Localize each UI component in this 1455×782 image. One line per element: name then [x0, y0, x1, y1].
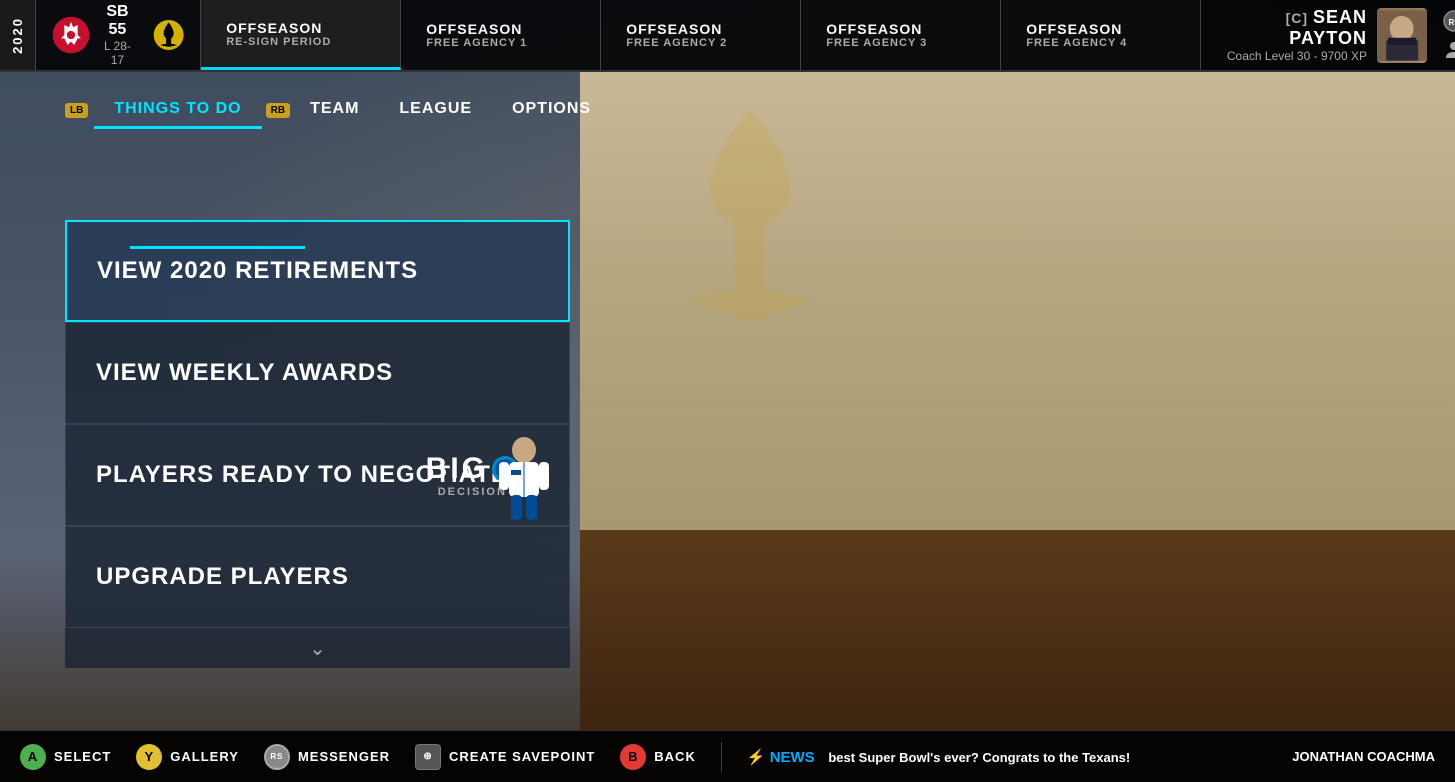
- btn-savepoint[interactable]: ⊕ CREATE SAVEPOINT: [415, 744, 595, 770]
- tab-league[interactable]: LEAGUE: [379, 92, 492, 129]
- year-badge: 2020: [0, 0, 36, 70]
- saints-logo-header: [152, 15, 185, 55]
- menu-item-retirements-text: VIEW 2020 RETIREMENTS: [97, 257, 418, 285]
- menu-item-awards[interactable]: VIEW WEEKLY AWARDS: [65, 322, 570, 424]
- big-text: BIG: [426, 452, 488, 486]
- phase-sub-0: RE-SIGN PERIOD: [226, 36, 331, 48]
- coach-avatar: [1377, 8, 1427, 63]
- year-text: 2020: [10, 17, 25, 54]
- person-icon: [1442, 38, 1455, 62]
- news-ticker: ⚡ NEWS best Super Bowl's ever? Congrats …: [747, 748, 1267, 766]
- team-score: SB 55 L 28-17: [99, 3, 136, 67]
- chevron-down-icon: ⌄: [309, 636, 326, 661]
- lb-badge: LB: [65, 103, 88, 118]
- reporter-name: JONATHAN COACHMA: [1292, 749, 1435, 764]
- coach-prefix: [C]: [1286, 10, 1313, 26]
- phase-label-3: OFFSEASON: [826, 21, 927, 37]
- nav-tab-underline: [130, 246, 305, 249]
- news-brand: ⚡ NEWS: [747, 749, 815, 766]
- messenger-label: MESSENGER: [298, 749, 390, 764]
- ticker-text: best Super Bowl's ever? Congrats to the …: [828, 750, 1130, 765]
- menu-item-awards-text: VIEW WEEKLY AWARDS: [96, 359, 393, 387]
- phase-fa3[interactable]: OFFSEASON FREE AGENCY 3: [801, 0, 1001, 70]
- gallery-label: GALLERY: [170, 749, 239, 764]
- select-label: SELECT: [54, 749, 111, 764]
- team1-section: SB 55 L 28-17: [36, 0, 201, 70]
- texans-logo: [51, 11, 91, 59]
- nav-tabs: LB THINGS TO DO RB TEAM LEAGUE OPTIONS: [65, 72, 611, 129]
- menu-item-upgrade-text: UPGRADE PLAYERS: [96, 563, 349, 591]
- coach-name-header: [C] SEAN PAYTON: [1216, 7, 1367, 49]
- rb-badge: RB: [266, 103, 290, 118]
- things-to-do-tab-wrapper[interactable]: LB THINGS TO DO RB: [65, 92, 290, 129]
- rs-icon: RS: [1442, 9, 1455, 33]
- tab-options[interactable]: OPTIONS: [492, 92, 611, 129]
- phase-sub-4: FREE AGENCY 4: [1026, 37, 1127, 49]
- coach-section: [C] SEAN PAYTON Coach Level 30 - 9700 XP…: [1201, 0, 1455, 70]
- svg-text:RS: RS: [1449, 18, 1455, 27]
- b-button-icon: B: [620, 744, 646, 770]
- bottom-bar: A SELECT Y GALLERY RS MESSENGER ⊕ CREATE…: [0, 730, 1455, 782]
- back-label: BACK: [654, 749, 696, 764]
- menu-item-upgrade[interactable]: UPGRADE PLAYERS: [65, 526, 570, 628]
- team-record: L 28-17: [99, 39, 136, 67]
- phase-sub-2: FREE AGENCY 2: [626, 37, 727, 49]
- btn-gallery[interactable]: Y GALLERY: [136, 744, 239, 770]
- bottom-divider: [721, 742, 722, 772]
- team-sb: SB 55: [99, 3, 136, 39]
- office-desk: [580, 530, 1455, 730]
- player-silhouette: [489, 435, 559, 525]
- menu-container: VIEW 2020 RETIREMENTS VIEW WEEKLY AWARDS…: [65, 220, 570, 668]
- rs-button-icon: RS: [264, 744, 290, 770]
- phase-fa1[interactable]: OFFSEASON FREE AGENCY 1: [401, 0, 601, 70]
- phase-sub-1: FREE AGENCY 1: [426, 37, 527, 49]
- player-figure: [489, 435, 559, 520]
- saints-logo-wall: [650, 100, 900, 450]
- btn-select[interactable]: A SELECT: [20, 744, 111, 770]
- menu-item-negotiate[interactable]: PLAYERS READY TO NEGOTIATE BIG ★ DECISIO…: [65, 424, 570, 526]
- btn-back[interactable]: B BACK: [620, 744, 696, 770]
- btn-messenger[interactable]: RS MESSENGER: [264, 744, 390, 770]
- y-button-icon: Y: [136, 744, 162, 770]
- coach-action-icons: RS: [1442, 9, 1455, 62]
- phase-label-2: OFFSEASON: [626, 21, 727, 37]
- phase-resign[interactable]: OFFSEASON RE-SIGN PERIOD: [201, 0, 401, 70]
- a-button-icon: A: [20, 744, 46, 770]
- phase-sub-3: FREE AGENCY 3: [826, 37, 927, 49]
- savepoint-icon: ⊕: [415, 744, 441, 770]
- coach-avatar-svg: [1377, 8, 1427, 63]
- scroll-indicator: ⌄: [65, 628, 570, 668]
- phase-label-4: OFFSEASON: [1026, 21, 1127, 37]
- coach-level: Coach Level 30 - 9700 XP: [1216, 49, 1367, 63]
- phase-fa4[interactable]: OFFSEASON FREE AGENCY 4: [1001, 0, 1201, 70]
- phase-fa2[interactable]: OFFSEASON FREE AGENCY 2: [601, 0, 801, 70]
- coach-info: [C] SEAN PAYTON Coach Level 30 - 9700 XP: [1216, 7, 1367, 63]
- tab-things-to-do[interactable]: THINGS TO DO: [94, 92, 261, 129]
- tab-team[interactable]: TEAM: [290, 92, 379, 129]
- phase-label-0: OFFSEASON: [226, 20, 331, 36]
- phase-label-1: OFFSEASON: [426, 21, 527, 37]
- menu-item-retirements[interactable]: VIEW 2020 RETIREMENTS: [65, 220, 570, 322]
- savepoint-label: CREATE SAVEPOINT: [449, 749, 595, 764]
- top-header-bar: 2020 SB 55 L 28-17 OFFSEASON RE-SIGN PER…: [0, 0, 1455, 72]
